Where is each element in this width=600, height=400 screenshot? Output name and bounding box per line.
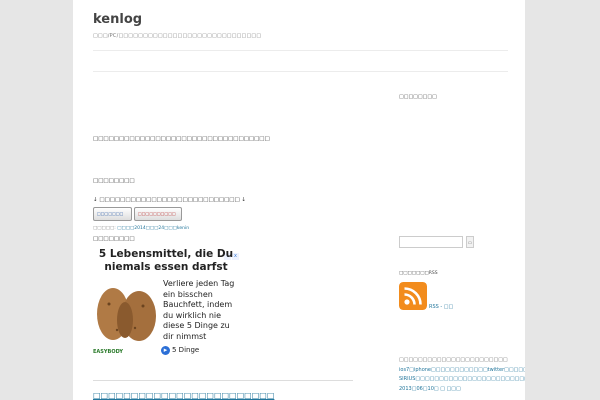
advertisement[interactable]: ix 5 Lebensmittel, die Du niemals essen … <box>93 242 239 360</box>
meta-author-link[interactable]: □□kenin <box>168 226 189 231</box>
realestate-ranking-banner[interactable]: □□□□□□□□□□ <box>134 207 182 221</box>
header-divider <box>93 50 508 51</box>
easybody-logo: EASYBODY <box>93 349 123 355</box>
recent-post-link[interactable]: SIRIUS□□□□□□□□□□□□□□□□□□□□□□□□□□□□ <box>399 375 525 385</box>
meta-prefix: □□□□□: <box>93 226 118 231</box>
nav-divider <box>93 71 508 72</box>
rss-icon[interactable] <box>399 282 427 310</box>
search-input[interactable] <box>399 236 463 248</box>
recent-post-link[interactable]: 2013□06□10□ □ □□□ <box>399 385 525 395</box>
site-description: □□□/PC/□□□□□□□□□□□□□□□□□□□□□□□□□□□□□ <box>93 33 262 39</box>
ad-cta-label: 5 Dinge <box>172 346 200 354</box>
page-container: kenlog □□□/PC/□□□□□□□□□□□□□□□□□□□□□□□□□□… <box>73 0 525 400</box>
ad-body-text[interactable]: Verliere jeden Tag ein bisschen Bauchfet… <box>163 279 239 342</box>
meta-date-link[interactable]: □□□□2014□□□24□ <box>117 226 168 231</box>
blog-ranking-banner[interactable]: □□□□□□□ <box>93 207 132 221</box>
potato-image[interactable] <box>95 284 159 344</box>
post-paragraph: □□□□□□□□ <box>93 178 135 184</box>
rss-feed-link[interactable]: RSS - □□ <box>429 304 453 310</box>
post-separator <box>93 380 353 381</box>
next-post-title-link[interactable]: □□□□□□□□□□□□□□□□□□□□□□□□ <box>93 391 274 400</box>
recent-posts-heading: □□□□□□□□□□□□□□□□□□□□□□□ <box>399 357 508 363</box>
recent-post-link[interactable]: ios7□iphone□□□□□□□□□□□□twitter□□□□□□□□□□ <box>399 366 525 376</box>
post-meta: □□□□□: □□□□2014□□□24□□□kenin <box>93 226 189 231</box>
ad-headline[interactable]: 5 Lebensmittel, die Du niemals essen dar… <box>97 248 235 274</box>
ranking-note: ↓ □□□□□□□□□□□□□□□□□□□□□□□□□□□ ↓ <box>93 197 247 203</box>
post-paragraph: □□□□□□□□□□□□□□□□□□□□□□□□□□□□□□□□□□ <box>93 136 270 142</box>
sidebar-heading: □□□□□□□□ <box>399 94 437 100</box>
arrow-right-icon: ▸ <box>161 346 170 355</box>
rss-heading: □□□□□□□RSS <box>399 271 438 276</box>
ranking-banners: □□□□□□□ □□□□□□□□□□ <box>93 207 182 226</box>
site-title[interactable]: kenlog <box>93 12 142 27</box>
ad-cta-link[interactable]: ▸ 5 Dinge <box>161 346 199 355</box>
recent-posts-list: □□□□□□□□□□□□□□□□□□□□□□□ ios7□iphone□□□□□… <box>399 356 525 394</box>
search-button[interactable]: □ <box>466 236 474 248</box>
